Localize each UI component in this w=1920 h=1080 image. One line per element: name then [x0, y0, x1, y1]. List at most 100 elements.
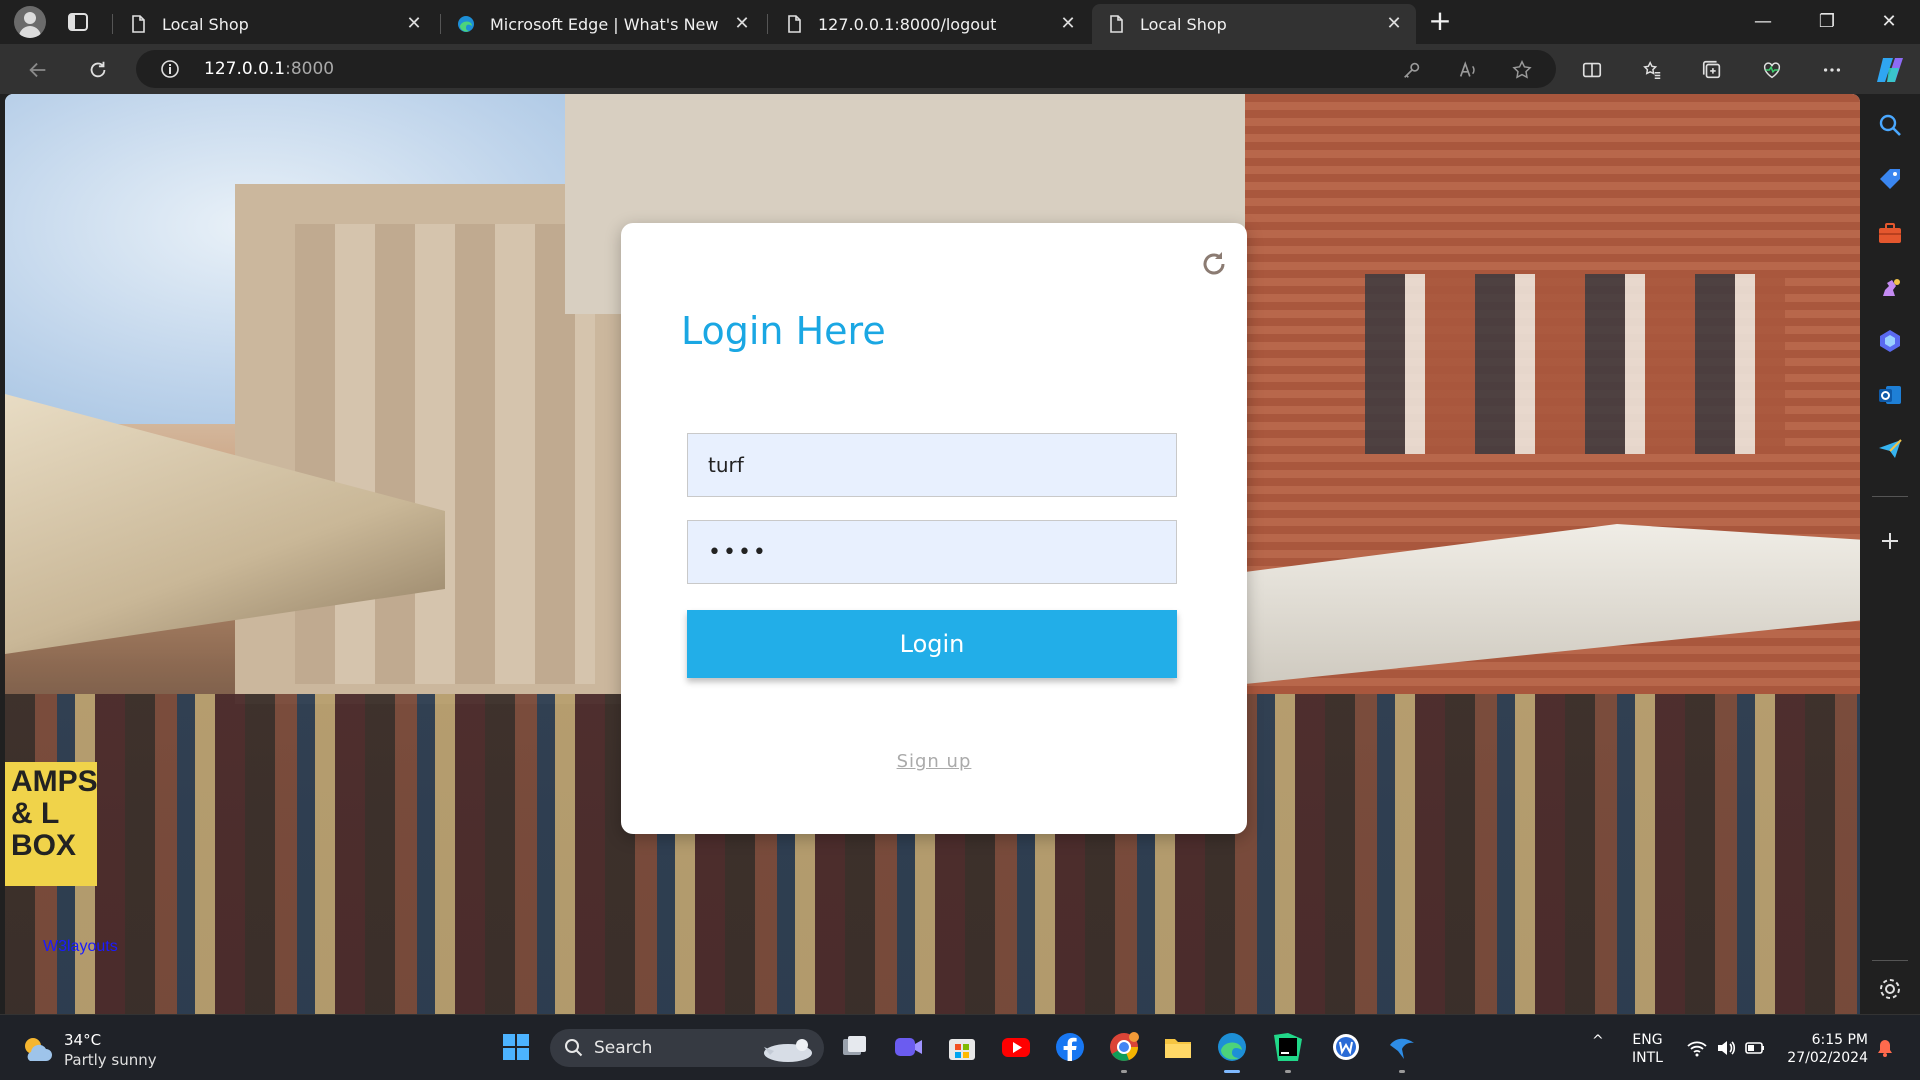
edge-sidebar: [1860, 94, 1920, 1014]
send-icon[interactable]: [1877, 436, 1903, 462]
task-view-button[interactable]: [836, 1029, 872, 1065]
taskbar-meet[interactable]: [890, 1029, 926, 1065]
url-port: :8000: [285, 59, 335, 79]
battery-icon[interactable]: [1744, 1037, 1766, 1059]
read-aloud-button[interactable]: [1452, 54, 1484, 86]
windows-icon: [503, 1034, 529, 1060]
copilot-hex-icon[interactable]: [1877, 328, 1903, 354]
favorite-button[interactable]: [1506, 54, 1538, 86]
tab-close-button[interactable]: ✕: [1384, 14, 1404, 34]
store-icon: [949, 1039, 975, 1060]
password-key-button[interactable]: [1396, 54, 1428, 86]
add-icon[interactable]: [1877, 528, 1903, 554]
sidebar-divider: [1872, 496, 1908, 497]
tab-label: Local Shop: [1140, 14, 1227, 34]
taskbar-facebook[interactable]: [1052, 1029, 1088, 1065]
weather-widget[interactable]: 34°C Partly sunny: [20, 1031, 180, 1071]
taskbar-pycharm[interactable]: [1270, 1029, 1306, 1073]
tab-actions-icon[interactable]: [66, 10, 90, 34]
tray-overflow-button[interactable]: ^: [1592, 1033, 1604, 1049]
writer-icon: [1333, 1034, 1359, 1060]
volume-icon[interactable]: [1715, 1037, 1737, 1059]
tab-local-shop-active[interactable]: Local Shop ✕: [1092, 4, 1416, 44]
search-label: Search: [594, 1038, 653, 1058]
pycharm-icon: [1274, 1033, 1302, 1061]
back-button[interactable]: [22, 54, 54, 86]
tab-strip: Local Shop ✕ Microsoft Edge | What's New…: [0, 0, 1920, 44]
profile-avatar[interactable]: [14, 6, 46, 38]
taskbar-app-blue[interactable]: [1384, 1029, 1420, 1073]
wifi-icon[interactable]: [1686, 1037, 1708, 1059]
minimize-button[interactable]: —: [1740, 6, 1786, 38]
outlook-icon[interactable]: [1877, 382, 1903, 408]
video-call-icon: [895, 1038, 922, 1056]
page-viewport: AMPS & L BOX W3layouts Login Here turf •…: [5, 94, 1860, 1014]
refresh-form-button[interactable]: [1199, 249, 1229, 279]
tab-local-shop-1[interactable]: Local Shop ✕: [114, 4, 436, 44]
more-options-button[interactable]: [1816, 54, 1848, 86]
taskbar-edge[interactable]: [1214, 1029, 1250, 1073]
language-indicator[interactable]: ENG INTL: [1632, 1031, 1663, 1067]
w3layouts-watermark[interactable]: W3layouts: [43, 938, 118, 956]
tab-close-button[interactable]: ✕: [1058, 14, 1078, 34]
tab-close-button[interactable]: ✕: [732, 14, 752, 34]
favorites-button[interactable]: [1636, 54, 1668, 86]
tab-label: Local Shop: [162, 14, 249, 34]
chess-icon[interactable]: [1877, 274, 1903, 300]
split-screen-icon: [1582, 62, 1602, 78]
login-button[interactable]: Login: [687, 610, 1177, 678]
refresh-button[interactable]: [82, 54, 114, 86]
folder-icon: [1165, 1039, 1191, 1058]
collections-button[interactable]: [1696, 54, 1728, 86]
background-sign: AMPS & L BOX: [5, 762, 97, 886]
bird-app-icon: [1390, 1038, 1414, 1059]
tab-edge-whats-new[interactable]: Microsoft Edge | What's New ✕: [442, 4, 764, 44]
star-icon: [1512, 60, 1532, 79]
browser-essentials-button[interactable]: [1756, 54, 1788, 86]
site-info-icon[interactable]: [160, 59, 180, 79]
tab-close-button[interactable]: ✕: [404, 14, 424, 34]
login-title: Login Here: [681, 309, 886, 353]
clock-time: 6:15 PM: [1811, 1032, 1868, 1048]
search-icon[interactable]: [1877, 112, 1903, 138]
reload-icon: [1203, 252, 1225, 275]
start-button[interactable]: [498, 1029, 534, 1065]
maximize-button[interactable]: ❐: [1804, 6, 1850, 38]
windows-taskbar: 34°C Partly sunny Search ^ ENG INTL 6:15…: [0, 1014, 1920, 1080]
username-input[interactable]: turf: [687, 433, 1177, 497]
weather-temp: 34°C: [64, 1031, 102, 1049]
settings-icon[interactable]: [1877, 976, 1903, 1002]
tab-logout[interactable]: 127.0.0.1:8000/logout ✕: [770, 4, 1090, 44]
signup-link[interactable]: Sign up: [621, 751, 1247, 772]
taskbar-search[interactable]: Search: [550, 1029, 824, 1067]
taskbar-store[interactable]: [944, 1029, 980, 1065]
tab-label: 127.0.0.1:8000/logout: [818, 14, 997, 34]
more-dots-icon: [1823, 68, 1841, 72]
address-bar[interactable]: 127.0.0.1:8000: [136, 50, 1556, 88]
notification-bell-icon[interactable]: [1874, 1037, 1896, 1059]
password-input[interactable]: ••••: [687, 520, 1177, 584]
copilot-icon[interactable]: [1873, 54, 1907, 86]
search-highlight-icon: [764, 1039, 812, 1062]
tab-label: Microsoft Edge | What's New: [490, 14, 719, 34]
taskbar-chrome[interactable]: [1106, 1029, 1142, 1073]
read-aloud-icon: [1459, 61, 1475, 77]
page-icon: [784, 14, 804, 34]
tag-icon[interactable]: [1877, 166, 1903, 192]
taskbar-youtube[interactable]: [998, 1029, 1034, 1065]
url-host: 127.0.0.1: [204, 59, 286, 79]
split-screen-button[interactable]: [1576, 54, 1608, 86]
page-icon: [128, 14, 148, 34]
new-tab-button[interactable]: +: [1426, 7, 1454, 36]
weather-condition: Partly sunny: [64, 1051, 157, 1069]
taskbar-file-explorer[interactable]: [1160, 1029, 1196, 1065]
taskbar-word[interactable]: [1328, 1029, 1364, 1065]
login-card: Login Here turf •••• Login Sign up: [621, 223, 1247, 834]
language-code: ENG: [1632, 1032, 1663, 1048]
close-window-button[interactable]: ✕: [1866, 6, 1912, 38]
briefcase-icon[interactable]: [1877, 220, 1903, 246]
clock[interactable]: 6:15 PM 27/02/2024: [1782, 1031, 1868, 1067]
heart-pulse-icon: [1763, 62, 1781, 79]
tab-separator: [440, 14, 441, 34]
keyboard-layout: INTL: [1632, 1050, 1663, 1066]
